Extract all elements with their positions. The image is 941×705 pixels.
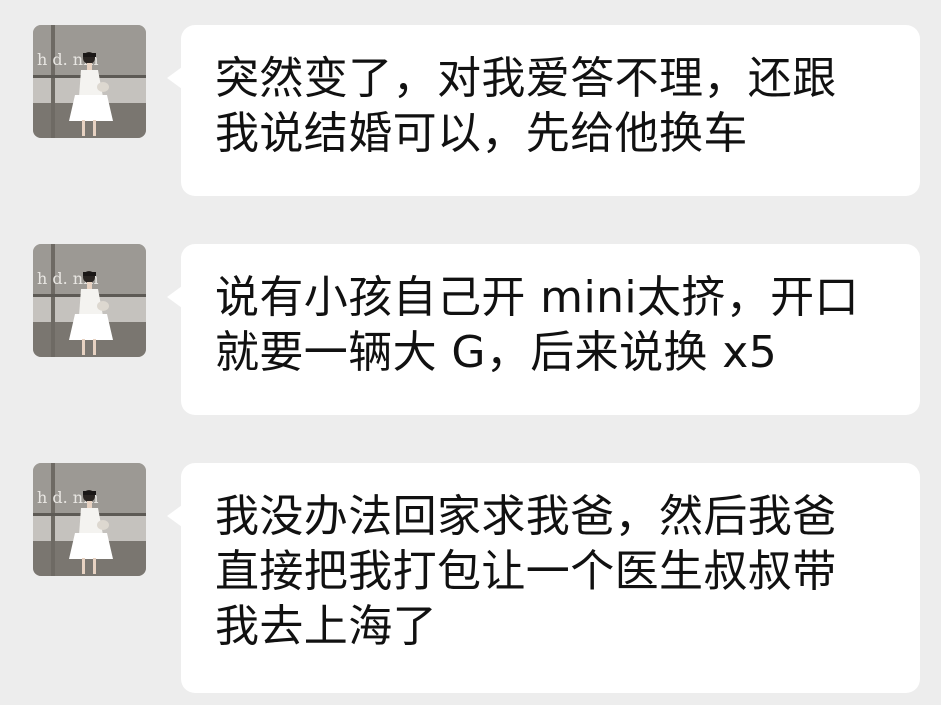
message-bubble[interactable]: 说有小孩自己开 mini太挤，开口 就要一辆大 G，后来说换 x5 bbox=[167, 244, 920, 415]
avatar[interactable]: h d. nin bbox=[33, 463, 146, 576]
message-text: 我没办法回家求我爸，然后我爸 直接把我打包让一个医生叔叔带 我去上海了 bbox=[215, 491, 837, 652]
avatar-photo-icon: h d. nin bbox=[33, 244, 146, 357]
message-bubble[interactable]: 我没办法回家求我爸，然后我爸 直接把我打包让一个医生叔叔带 我去上海了 bbox=[167, 463, 920, 693]
avatar[interactable]: h d. nin bbox=[33, 25, 146, 138]
avatar-photo-icon: h d. nin bbox=[33, 463, 146, 576]
avatar-photo-icon: h d. nin bbox=[33, 25, 146, 138]
message-bubble[interactable]: 突然变了，对我爱答不理，还跟 我说结婚可以，先给他换车 bbox=[167, 25, 920, 196]
avatar[interactable]: h d. nin bbox=[33, 244, 146, 357]
message-text: 说有小孩自己开 mini太挤，开口 就要一辆大 G，后来说换 x5 bbox=[215, 272, 859, 378]
message-text: 突然变了，对我爱答不理，还跟 我说结婚可以，先给他换车 bbox=[215, 53, 837, 159]
